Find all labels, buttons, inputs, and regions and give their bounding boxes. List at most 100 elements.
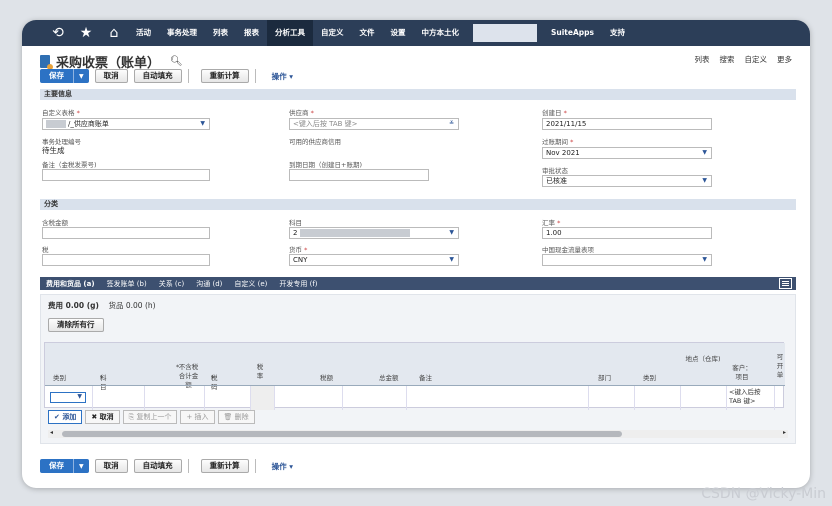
tab-expenses-items[interactable]: 费用和货品 (a) (46, 279, 95, 289)
link-search[interactable]: 搜索 (720, 54, 735, 65)
cell-location[interactable] (681, 386, 727, 410)
copy-previous-label[interactable]: 复制上一个 (136, 413, 171, 421)
tab-developer[interactable]: 开发专用 (f) (279, 279, 317, 289)
link-more[interactable]: 更多 (777, 54, 792, 65)
scroll-right-icon[interactable]: ▸ (783, 429, 786, 436)
add-line-label[interactable]: 添加 (62, 413, 76, 421)
chevron-down-icon[interactable]: ▼ (74, 73, 89, 80)
add-line-button[interactable]: ✔ 添加 (48, 410, 83, 424)
delete-line-button[interactable]: 🗑︎ 删除 (217, 410, 255, 424)
nav-china-localization[interactable]: 中方本土化 (414, 20, 468, 46)
chevron-down-icon[interactable]: ▼ (702, 255, 707, 265)
save-button-bottom[interactable]: 保存 ▼ (40, 459, 89, 473)
cell-class[interactable] (635, 386, 681, 410)
chevron-down-icon[interactable]: ▼ (74, 463, 89, 470)
memo-input[interactable] (42, 169, 210, 181)
cell-account[interactable] (93, 386, 145, 410)
actions-label[interactable]: 操作 (272, 462, 287, 471)
scroll-left-icon[interactable]: ◂ (50, 429, 53, 436)
tab-expenses[interactable]: 费用 0.00 (g) (48, 301, 99, 310)
cell-customer[interactable]: <键入后按 TAB 键> (727, 386, 775, 410)
autofill-button[interactable]: 自动填充 (133, 69, 182, 83)
tab-custom[interactable]: 自定义 (e) (234, 279, 267, 289)
tab-items[interactable]: 货品 0.00 (h) (109, 301, 156, 310)
nav-analytics[interactable]: 分析工具 (267, 20, 313, 46)
nav-activities[interactable]: 活动 (128, 20, 159, 46)
category-select[interactable]: ▼ (50, 392, 86, 403)
actions-label[interactable]: 操作 (272, 72, 287, 81)
save-button[interactable]: 保存 ▼ (40, 69, 89, 83)
nav-setup[interactable]: 设置 (383, 20, 414, 46)
chevron-down-icon[interactable]: ▼ (702, 148, 707, 158)
currency-label: 货币 * (289, 246, 308, 254)
home-icon[interactable]: ⌂ (100, 20, 128, 46)
recalculate-button[interactable]: 重新计算 (200, 69, 249, 83)
section-classification[interactable]: 分类 (40, 199, 796, 210)
vendor-input[interactable]: <键入后按 TAB 键> ≚ (289, 118, 459, 130)
due-date-input[interactable] (289, 169, 429, 181)
nav-lists[interactable]: 列表 (205, 20, 236, 46)
double-chevron-icon[interactable]: ≚ (449, 119, 454, 129)
copy-previous-button[interactable]: ⎘ 复制上一个 (122, 410, 178, 424)
tax-input[interactable] (42, 254, 210, 266)
date-input[interactable]: 2021/11/15 (542, 118, 712, 130)
chevron-down-icon[interactable]: ▼ (77, 393, 82, 400)
currency-select[interactable]: CNY ▼ (289, 254, 459, 266)
insert-line-label[interactable]: 插入 (195, 413, 209, 421)
star-icon[interactable]: ★ (72, 20, 100, 46)
nav-customization[interactable]: 自定义 (313, 20, 352, 46)
memo-label: 备注（金税发票号) (42, 161, 97, 169)
cancel-line-button[interactable]: ✖ 取消 (85, 410, 120, 424)
tab-relationships[interactable]: 关系 (c) (159, 279, 185, 289)
cashflow-select[interactable]: ▼ (542, 254, 712, 266)
cell-gross-amount[interactable] (343, 386, 407, 410)
nav-suiteapps[interactable]: SuiteApps (543, 20, 602, 46)
exchange-rate-label: 汇率 * (542, 219, 561, 227)
tab-communication[interactable]: 沟通 (d) (196, 279, 222, 289)
tax-incl-amount-input[interactable] (42, 227, 210, 239)
insert-line-button[interactable]: + 插入 (180, 410, 215, 424)
recalculate-button-bottom[interactable]: 重新计算 (200, 459, 249, 473)
custom-form-select[interactable]: /_供应商账单 ▼ (42, 118, 210, 130)
chevron-down-icon[interactable]: ▼ (449, 255, 454, 265)
cell-department[interactable] (589, 386, 635, 410)
exchange-rate-input[interactable]: 1.00 (542, 227, 712, 239)
approval-status-select[interactable]: 已核准 ▼ (542, 175, 712, 187)
scrollbar-thumb[interactable] (62, 431, 622, 437)
cancel-button-bottom[interactable]: 取消 (94, 459, 128, 473)
nav-transactions[interactable]: 事务处理 (159, 20, 205, 46)
grid-edit-row[interactable]: ▼ <键入后按 TAB 键> (45, 385, 785, 410)
chevron-down-icon[interactable]: ▼ (200, 119, 205, 129)
save-button-label[interactable]: 保存 (40, 459, 74, 473)
cancel-line-label[interactable]: 取消 (100, 413, 114, 421)
nav-support[interactable]: 支持 (602, 20, 633, 46)
actions-menu-bottom[interactable]: 操作 ▾ (272, 461, 293, 472)
bottom-button-row: 保存 ▼ 取消 自动填充 重新计算 操作 ▾ (40, 459, 293, 473)
delete-line-label[interactable]: 删除 (235, 413, 249, 421)
cell-tax-code[interactable] (205, 386, 251, 410)
save-button-label[interactable]: 保存 (40, 69, 74, 83)
actions-menu[interactable]: 操作 ▾ (272, 71, 293, 82)
link-customize[interactable]: 自定义 (745, 54, 768, 65)
tab-billing[interactable]: 签发账单 (b) (107, 279, 147, 289)
link-list[interactable]: 列表 (695, 54, 710, 65)
section-main-info[interactable]: 主要信息 (40, 89, 796, 100)
posting-period-select[interactable]: Nov 2021 ▼ (542, 147, 712, 159)
search-icon[interactable]: 🔍︎ (170, 56, 183, 67)
cancel-button[interactable]: 取消 (94, 69, 128, 83)
list-view-icon[interactable] (779, 278, 792, 289)
cell-tax-amount[interactable] (275, 386, 343, 410)
recent-icon[interactable]: ⟲ (44, 20, 72, 46)
cell-memo[interactable] (407, 386, 589, 410)
autofill-button-bottom[interactable]: 自动填充 (133, 459, 182, 473)
account-select[interactable]: 2 ▼ (289, 227, 459, 239)
cell-net-amount[interactable] (145, 386, 205, 410)
txn-number-value: 待生成 (42, 146, 65, 155)
exchange-rate-label-text: 汇率 (542, 219, 555, 227)
nav-documents[interactable]: 文件 (352, 20, 383, 46)
clear-all-lines-button[interactable]: 清除所有行 (48, 318, 104, 332)
horizontal-scrollbar[interactable]: ◂ ▸ (48, 429, 788, 438)
chevron-down-icon[interactable]: ▼ (702, 176, 707, 186)
chevron-down-icon[interactable]: ▼ (449, 228, 454, 238)
nav-reports[interactable]: 报表 (236, 20, 267, 46)
